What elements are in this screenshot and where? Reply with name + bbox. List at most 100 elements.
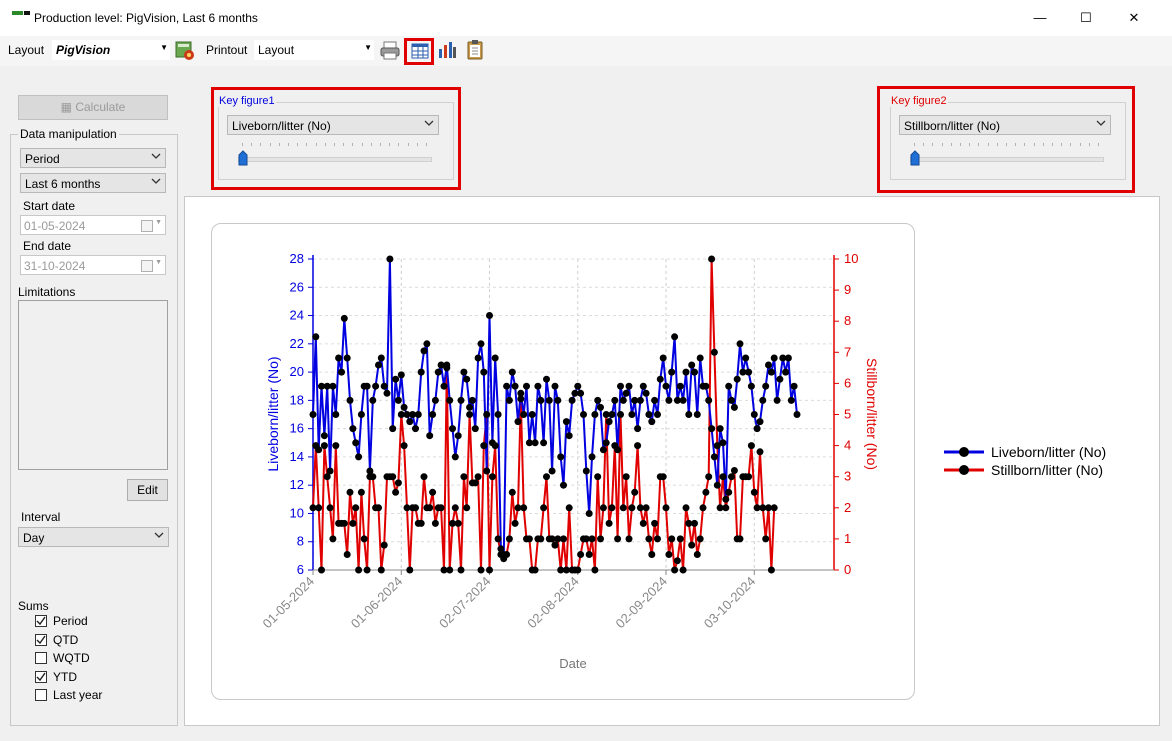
data-point: [511, 519, 519, 527]
data-point: [349, 519, 357, 527]
data-point: [520, 504, 528, 512]
data-point: [528, 411, 536, 418]
left-y-tick-label: 24: [290, 308, 304, 323]
data-point: [580, 411, 587, 418]
data-point: [514, 418, 522, 426]
data-point: [523, 382, 530, 390]
data-point: [400, 403, 408, 411]
data-point: [346, 396, 354, 404]
data-point: [338, 368, 345, 376]
data-point: [335, 354, 343, 362]
left-y-tick-label: 14: [290, 449, 304, 464]
legend-label: Stillborn/litter (No): [991, 462, 1103, 478]
data-point: [540, 439, 548, 447]
data-point: [474, 473, 482, 481]
right-y-tick-label: 9: [844, 282, 851, 297]
data-point: [605, 418, 613, 426]
data-point: [454, 519, 462, 527]
left-y-tick-label: 26: [290, 279, 304, 294]
data-point: [602, 439, 610, 447]
left-y-tick-label: 6: [297, 562, 304, 577]
data-point: [736, 340, 744, 348]
data-point: [480, 442, 488, 450]
left-y-tick-label: 16: [290, 421, 304, 436]
data-point: [329, 535, 337, 543]
data-point: [380, 541, 388, 549]
data-point: [614, 446, 622, 454]
data-point: [352, 439, 360, 447]
data-point: [642, 504, 650, 512]
data-point: [406, 566, 414, 574]
data-point: [446, 396, 454, 404]
data-point: [554, 396, 562, 404]
data-point: [696, 354, 704, 362]
data-point: [463, 504, 471, 512]
data-point: [352, 504, 360, 512]
data-point: [659, 354, 667, 362]
data-point: [708, 425, 716, 433]
data-point: [417, 519, 425, 527]
data-point: [488, 439, 496, 447]
data-point: [742, 354, 750, 362]
data-point: [710, 453, 718, 461]
data-point: [628, 504, 636, 512]
data-point: [691, 519, 698, 527]
data-point: [617, 382, 624, 390]
data-point: [691, 368, 698, 376]
data-point: [634, 425, 642, 433]
data-point: [449, 425, 456, 433]
series-line: [312, 258, 776, 571]
data-point: [394, 479, 402, 487]
data-point: [651, 519, 659, 527]
data-point: [591, 566, 599, 574]
data-point: [392, 488, 400, 496]
data-point: [463, 375, 471, 383]
data-point: [645, 411, 653, 418]
data-point: [477, 566, 485, 574]
data-point: [429, 488, 437, 496]
data-point: [611, 396, 619, 404]
data-point: [480, 368, 488, 376]
data-point: [648, 418, 656, 426]
data-point: [372, 382, 380, 390]
data-point: [659, 473, 667, 481]
data-point: [355, 453, 363, 461]
data-point: [614, 535, 622, 543]
data-point: [776, 375, 784, 383]
data-point: [662, 382, 670, 390]
data-point: [346, 488, 354, 496]
left-y-tick-label: 10: [290, 505, 304, 520]
data-point: [679, 566, 687, 574]
data-point: [434, 368, 442, 376]
data-point: [355, 566, 363, 574]
data-point: [497, 545, 505, 553]
data-point: [588, 453, 596, 461]
data-point: [577, 389, 585, 397]
data-point: [494, 535, 502, 543]
data-point: [392, 375, 400, 383]
data-point: [617, 411, 624, 418]
data-point: [594, 396, 602, 404]
data-point: [363, 382, 371, 390]
data-point: [645, 535, 653, 543]
data-point: [625, 382, 633, 390]
data-point: [340, 314, 348, 322]
data-point: [762, 535, 770, 543]
data-point: [728, 396, 735, 404]
data-point: [562, 418, 570, 426]
data-point: [383, 389, 391, 397]
data-point: [440, 382, 448, 390]
data-point: [460, 473, 468, 481]
data-point: [656, 375, 664, 383]
data-point: [750, 488, 758, 496]
data-point: [722, 495, 730, 503]
data-point: [431, 396, 439, 404]
legend-label: Liveborn/litter (No): [991, 444, 1106, 460]
data-point: [343, 551, 351, 558]
x-tick-label: 02-08-2024: [524, 574, 582, 632]
data-point: [654, 535, 661, 543]
data-point: [756, 448, 764, 456]
data-point: [318, 566, 325, 574]
data-point: [332, 411, 340, 418]
data-point: [582, 467, 590, 475]
